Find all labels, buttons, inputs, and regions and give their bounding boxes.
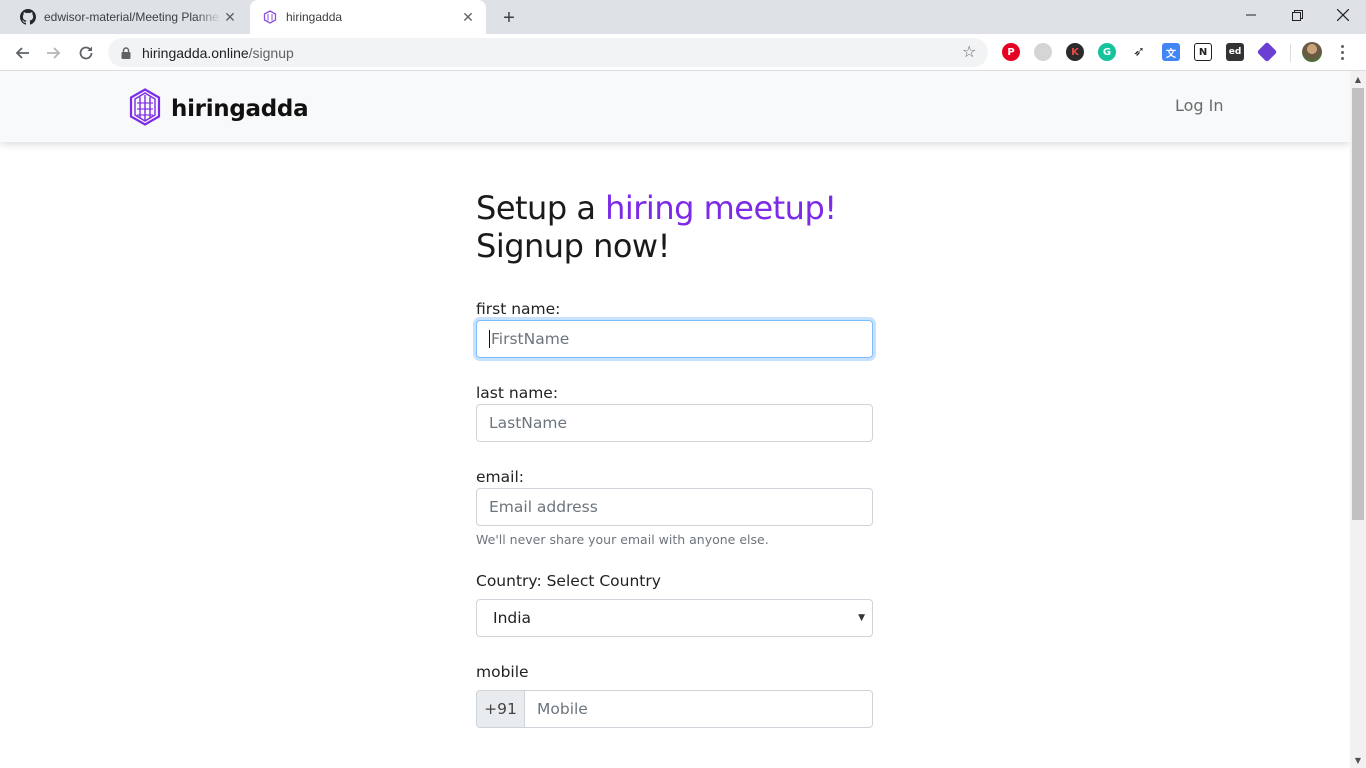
heading-line-2: Signup now! <box>476 227 670 265</box>
cube-extension-icon[interactable] <box>1256 41 1278 63</box>
tab-title: hiringadda <box>286 10 343 24</box>
email-label: email: <box>476 468 524 486</box>
notion-icon[interactable]: N <box>1194 43 1212 61</box>
brand[interactable]: hiringadda <box>129 88 309 130</box>
minimize-icon[interactable] <box>1228 0 1274 30</box>
bird-extension-icon[interactable]: ➶ <box>1130 43 1148 61</box>
url-text: hiringadda.online/signup <box>142 45 294 61</box>
text-caret <box>489 330 490 348</box>
toolbar-divider <box>1290 44 1291 62</box>
tab-github[interactable]: edwisor-material/Meeting Planne ✕ <box>8 0 248 34</box>
scrollbar-thumb[interactable] <box>1352 88 1364 520</box>
mobile-input[interactable]: Mobile <box>525 690 873 728</box>
bookmark-star-icon[interactable]: ☆ <box>962 44 978 60</box>
site-navbar: hiringadda Log In <box>0 71 1350 142</box>
lock-icon[interactable] <box>120 46 132 59</box>
close-tab-icon[interactable]: ✕ <box>460 9 476 25</box>
hiringadda-logo-icon <box>129 88 161 130</box>
country-selected-value: India <box>493 609 532 627</box>
dropdown-arrow-icon: ▼ <box>858 613 865 623</box>
url-host: hiringadda.online <box>142 44 249 61</box>
email-placeholder: Email address <box>489 498 598 516</box>
hiringadda-logo-icon <box>262 9 278 25</box>
menu-kebab-icon[interactable] <box>1334 42 1350 62</box>
page-content: hiringadda Log In Setup a hiring meetup!… <box>0 71 1350 768</box>
country-label: Country: Select Country <box>476 572 661 590</box>
heading-line-1: Setup a hiring meetup! <box>476 189 873 227</box>
back-icon[interactable] <box>9 40 35 66</box>
close-tab-icon[interactable]: ✕ <box>222 9 238 25</box>
close-window-icon[interactable] <box>1320 0 1366 30</box>
extension-grey-icon[interactable] <box>1034 43 1052 61</box>
mobile-label: mobile <box>476 663 529 681</box>
grammarly-icon[interactable]: G <box>1098 43 1116 61</box>
email-help-text: We'll never share your email with anyone… <box>476 532 769 547</box>
country-select[interactable]: India ▼ <box>476 599 873 637</box>
first-name-label: first name: <box>476 300 561 318</box>
heading-prefix: Setup a <box>476 189 606 227</box>
page-scrollbar[interactable]: ▲ ▼ <box>1350 71 1366 768</box>
pinterest-icon[interactable]: P <box>1002 43 1020 61</box>
brand-name: hiringadda <box>171 96 309 122</box>
heading-accent: hiring meetup! <box>605 189 837 227</box>
last-name-placeholder: LastName <box>489 414 568 432</box>
mobile-input-group: +91 Mobile <box>476 690 873 728</box>
email-input[interactable]: Email address <box>476 488 873 526</box>
login-link[interactable]: Log In <box>1175 96 1224 115</box>
url-path: /signup <box>248 44 294 61</box>
last-name-input[interactable]: LastName <box>476 404 873 442</box>
mobile-placeholder: Mobile <box>537 700 588 718</box>
browser-toolbar: hiringadda.online/signup ☆ P K G ➶ 文 N e… <box>0 34 1366 71</box>
tab-strip: edwisor-material/Meeting Planne ✕ hiring… <box>0 0 1366 34</box>
first-name-input[interactable]: FirstName <box>476 320 873 358</box>
reload-icon[interactable] <box>73 40 99 66</box>
scroll-down-arrow-icon[interactable]: ▼ <box>1350 752 1366 768</box>
profile-avatar[interactable] <box>1302 42 1322 62</box>
restore-icon[interactable] <box>1274 0 1320 30</box>
new-tab-icon[interactable]: + <box>498 7 520 29</box>
tab-title: edwisor-material/Meeting Planne <box>44 10 219 24</box>
k-extension-icon[interactable]: K <box>1066 43 1084 61</box>
first-name-placeholder: FirstName <box>491 330 570 348</box>
address-bar[interactable]: hiringadda.online/signup ☆ <box>108 38 988 67</box>
github-icon <box>20 9 36 25</box>
last-name-label: last name: <box>476 384 559 402</box>
signup-form: Setup a hiring meetup! Signup now! first… <box>476 189 873 728</box>
tab-hiringadda[interactable]: hiringadda ✕ <box>250 0 486 34</box>
google-translate-icon[interactable]: 文 <box>1162 43 1180 61</box>
forward-icon[interactable] <box>41 40 67 66</box>
page-title: Setup a hiring meetup! Signup now! <box>476 189 873 265</box>
scroll-up-arrow-icon[interactable]: ▲ <box>1350 71 1366 87</box>
edpuzzle-icon[interactable]: ed <box>1226 43 1244 61</box>
country-code-prefix: +91 <box>476 690 525 728</box>
